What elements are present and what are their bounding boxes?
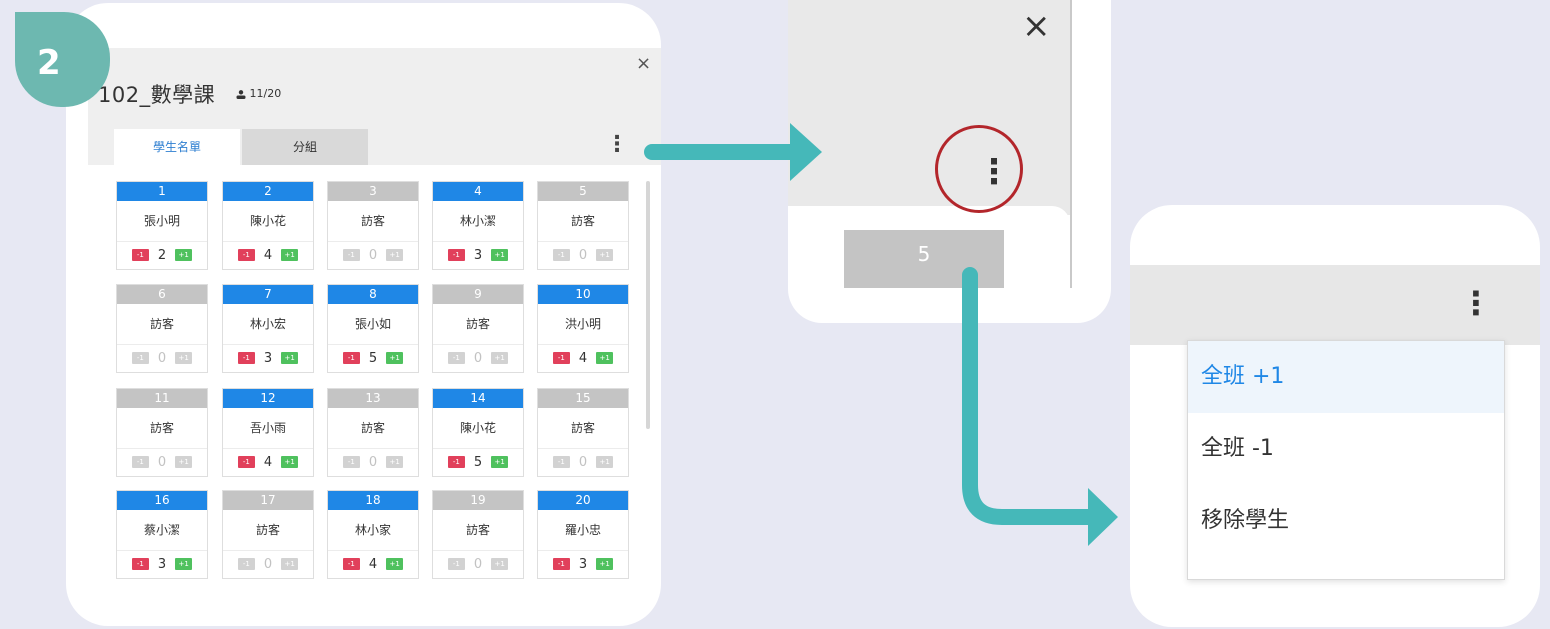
arrow-right-icon bbox=[644, 123, 822, 181]
arrow-down-right-icon bbox=[962, 267, 1118, 546]
flow-arrows bbox=[644, 123, 1118, 546]
